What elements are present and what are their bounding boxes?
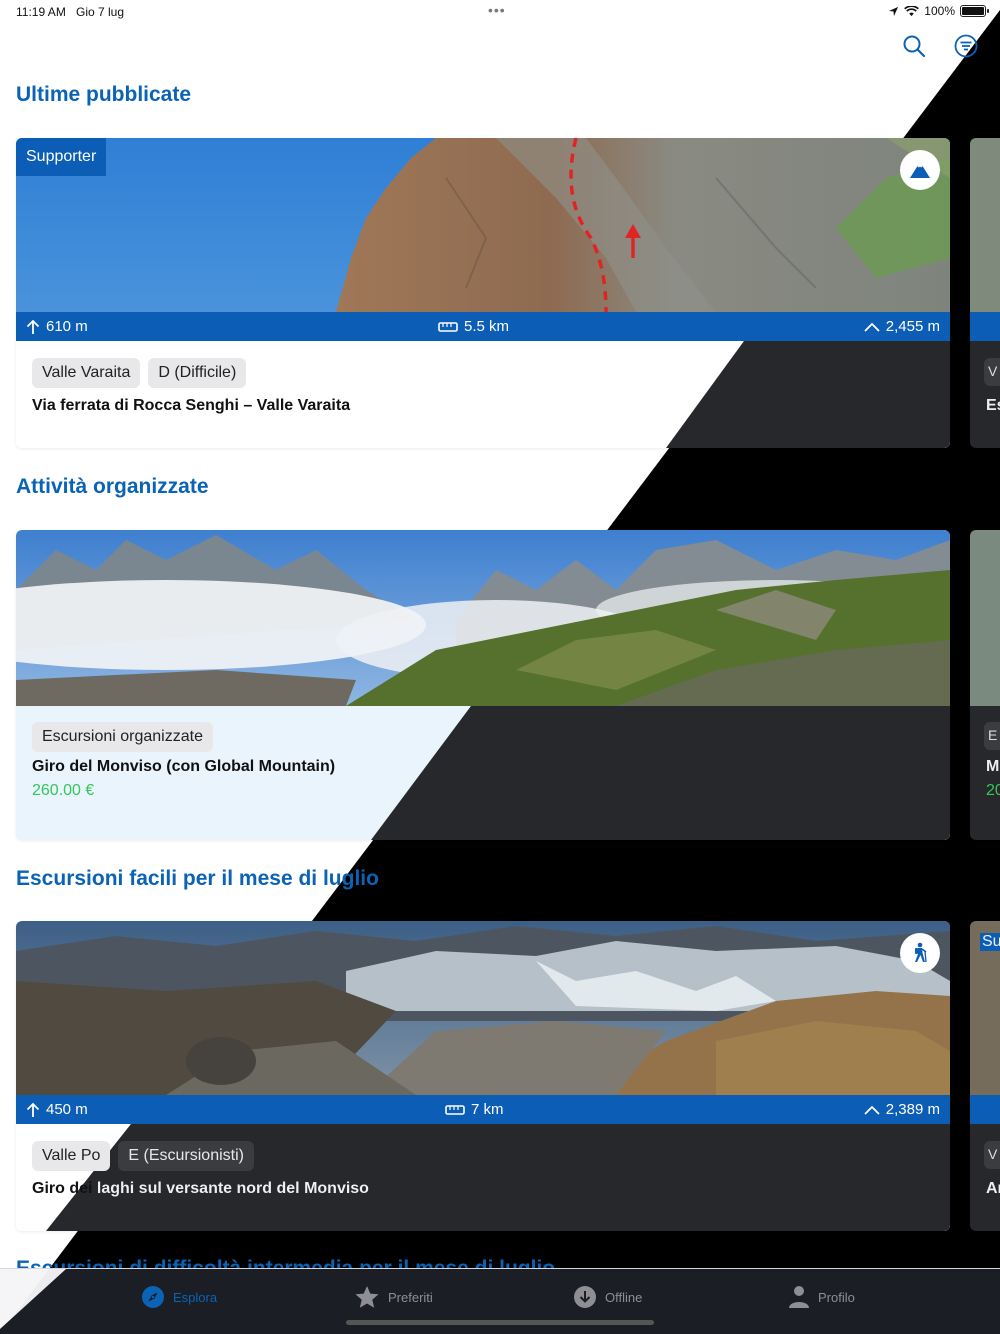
tag-difficulty: D (Difficile) [148, 358, 247, 388]
activity-title: Giro del Monviso (con Global Mountain) [32, 758, 336, 775]
compass-icon [142, 1286, 164, 1308]
stats-bar: 610 m 5.5 km 2,455 m [16, 312, 950, 341]
status-bar: 11:19 AM Gio 7 lug ••• 100% [0, 0, 1000, 24]
ascent-stat: 610 m [26, 318, 88, 335]
side-card[interactable]: Su V Ar [970, 921, 1000, 1231]
tag-list: Valle Po E (Escursionisti) [32, 1141, 254, 1171]
person-icon [789, 1286, 809, 1308]
altitude-value: 2,455 m [885, 318, 940, 335]
activity-tag-list: Escursioni organizzate [32, 722, 213, 752]
card-body: Valle Varaita D (Difficile) Via ferrata … [16, 341, 950, 448]
side-card-title: Es [986, 397, 1000, 414]
tag-category: Escursioni organizzate [32, 722, 213, 752]
card-title-text: Giro dei laghi sul versante nord del Mon… [32, 1180, 369, 1197]
tag-valley: Valle Varaita [32, 358, 141, 388]
tab-label: Preferiti [388, 1289, 433, 1305]
section-title-ultime: Ultime pubblicate [16, 83, 192, 106]
distance-stat: 5.5 km [438, 318, 509, 335]
ruler-icon [445, 1104, 465, 1115]
download-icon [574, 1286, 596, 1308]
wifi-icon [904, 5, 920, 16]
activity-price: 260.00 € [32, 782, 95, 799]
ascent-value: 610 m [46, 318, 88, 335]
distance-value: 5.5 km [464, 318, 510, 335]
hiker-icon [915, 942, 927, 963]
supporter-badge: Supporter [16, 138, 107, 176]
peak-icon [864, 322, 880, 332]
trail-card[interactable]: 450 m 7 km 2,389 m Valle Po E (Escursion… [16, 921, 950, 1231]
altitude-stat: 2,455 m [864, 318, 940, 335]
side-card-title: M [986, 758, 1000, 775]
card-title: Via ferrata di Rocca Senghi – Valle Vara… [32, 397, 351, 414]
activity-photo [16, 530, 950, 706]
ruler-icon [438, 321, 458, 332]
tab-esplora[interactable]: Esplora [141, 1285, 217, 1309]
distance-value: 7 km [471, 1101, 504, 1118]
filter-icon [954, 34, 978, 58]
peak-icon [864, 1105, 880, 1115]
search-icon [903, 35, 926, 58]
distance-stat: 7 km [445, 1101, 504, 1118]
star-icon [355, 1286, 379, 1308]
side-card[interactable]: V Es [970, 138, 1000, 448]
tag-difficulty: E (Escursionisti) [118, 1141, 254, 1171]
mountain-icon [910, 162, 930, 178]
search-button[interactable] [902, 34, 928, 60]
side-card-title: Ar [986, 1180, 1000, 1197]
status-right: 100% [888, 4, 989, 18]
side-card-price: 20 [986, 782, 1000, 799]
tag-valley: Valle Po [32, 1141, 111, 1171]
location-icon [889, 6, 899, 16]
card-body: Valle Po E (Escursionisti) Giro dei lagh… [16, 1124, 950, 1231]
altitude-value: 2,389 m [885, 1101, 940, 1118]
activity-card[interactable]: Escursioni organizzate Giro del Monviso … [16, 530, 950, 840]
route-type-badge [900, 933, 940, 973]
tab-profilo[interactable]: Profilo [788, 1285, 855, 1309]
top-toolbar [902, 34, 980, 60]
tab-preferiti[interactable]: Preferiti [354, 1285, 433, 1309]
tab-label: Offline [605, 1289, 643, 1305]
stats-bar: 450 m 7 km 2,389 m [16, 1095, 950, 1124]
ascent-stat: 450 m [26, 1101, 88, 1118]
trail-photo [16, 921, 950, 1095]
filter-button[interactable] [954, 34, 980, 60]
multitasking-dots-icon[interactable]: ••• [488, 2, 506, 18]
arrow-up-icon [26, 1102, 40, 1117]
tag-list: Valle Varaita D (Difficile) [32, 358, 247, 388]
section-title-attivita: Attività organizzate [16, 475, 209, 498]
card-title: Giro dei laghi sul versante nord del Mon… [32, 1180, 369, 1198]
section-title-facili: Escursioni facili per il mese di luglio [16, 867, 379, 890]
trail-card[interactable]: Supporter 610 m 5.5 km 2,455 m Valle Var… [16, 138, 950, 448]
trail-photo [16, 138, 950, 312]
status-date: Gio 7 lug [76, 5, 125, 19]
side-card-badge: Su [980, 933, 1000, 951]
status-time: 11:19 AM [16, 5, 66, 19]
tab-label: Esplora [173, 1289, 218, 1305]
route-type-badge [900, 150, 940, 190]
altitude-stat: 2,389 m [864, 1101, 940, 1118]
tab-label: Profilo [818, 1289, 855, 1305]
tab-offline[interactable]: Offline [573, 1285, 642, 1309]
battery-percent: 100% [924, 4, 955, 18]
side-card[interactable]: E M 20 [970, 530, 1000, 840]
battery-icon [960, 5, 989, 17]
activity-body: Escursioni organizzate Giro del Monviso … [16, 706, 950, 840]
ascent-value: 450 m [46, 1101, 88, 1118]
home-indicator[interactable] [346, 1320, 654, 1325]
arrow-up-icon [26, 319, 40, 334]
